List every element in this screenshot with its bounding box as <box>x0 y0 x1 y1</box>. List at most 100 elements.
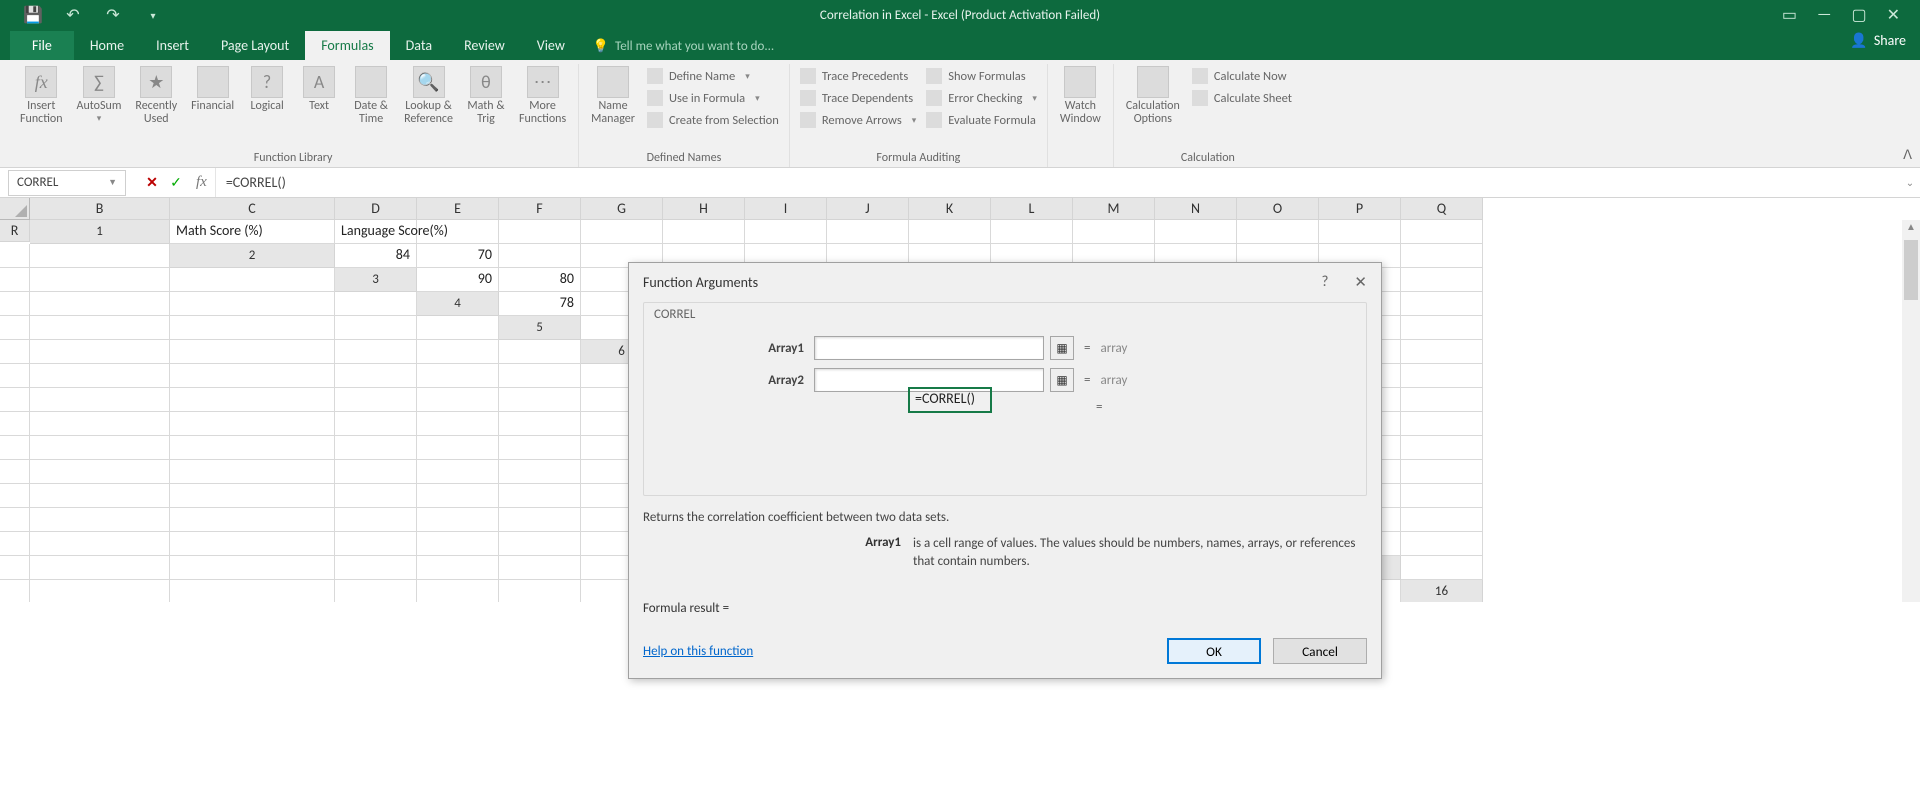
cell[interactable] <box>335 556 417 580</box>
cell[interactable] <box>30 244 170 268</box>
logical-button[interactable]: ?Logical <box>242 64 292 115</box>
financial-button[interactable]: Financial <box>185 64 240 115</box>
cell[interactable] <box>1401 340 1483 364</box>
cell[interactable] <box>335 580 417 602</box>
cell[interactable] <box>1155 220 1237 244</box>
column-header[interactable]: R <box>0 220 30 242</box>
cell[interactable] <box>663 220 745 244</box>
cell[interactable] <box>0 436 30 460</box>
cell[interactable] <box>0 292 30 316</box>
cell[interactable] <box>417 316 499 340</box>
cell[interactable] <box>499 340 581 364</box>
insert-function-fx-button[interactable]: fx <box>188 174 215 191</box>
date-time-button[interactable]: Date &Time <box>346 64 396 128</box>
cell[interactable] <box>499 580 581 602</box>
cell[interactable] <box>499 412 581 436</box>
cell[interactable] <box>1237 220 1319 244</box>
remove-arrows-button[interactable]: Remove Arrows▾ <box>796 110 920 130</box>
cell[interactable] <box>170 436 335 460</box>
row-header[interactable]: 3 <box>335 268 417 292</box>
cell[interactable] <box>335 460 417 484</box>
cell[interactable]: 70 <box>417 244 499 268</box>
cell[interactable] <box>0 268 30 292</box>
cell[interactable] <box>30 556 170 580</box>
tab-view[interactable]: View <box>521 31 581 60</box>
tab-page-layout[interactable]: Page Layout <box>205 31 305 60</box>
error-checking-button[interactable]: Error Checking▾ <box>922 88 1041 108</box>
show-formulas-button[interactable]: Show Formulas <box>922 66 1041 86</box>
cell[interactable] <box>170 532 335 556</box>
cell[interactable] <box>417 556 499 580</box>
cell[interactable] <box>1401 316 1483 340</box>
tab-review[interactable]: Review <box>448 31 521 60</box>
cell[interactable] <box>499 436 581 460</box>
column-header[interactable]: K <box>909 198 991 220</box>
cell[interactable] <box>30 580 170 602</box>
array1-range-selector-icon[interactable]: ▦ <box>1050 336 1074 360</box>
cell[interactable] <box>335 364 417 388</box>
calculate-sheet-button[interactable]: Calculate Sheet <box>1188 88 1296 108</box>
row-header[interactable]: 1 <box>30 220 170 244</box>
cell[interactable] <box>335 484 417 508</box>
text-button[interactable]: AText <box>294 64 344 115</box>
cell[interactable] <box>170 508 335 532</box>
cell[interactable] <box>1401 484 1483 508</box>
row-header[interactable]: 2 <box>170 244 335 268</box>
tab-data[interactable]: Data <box>390 31 448 60</box>
cell[interactable] <box>417 484 499 508</box>
math-trig-button[interactable]: θMath &Trig <box>461 64 511 128</box>
more-functions-button[interactable]: ⋯MoreFunctions <box>513 64 572 128</box>
cancel-button[interactable]: Cancel <box>1273 638 1367 664</box>
cell[interactable]: Math Score (%) <box>170 220 335 244</box>
help-link[interactable]: Help on this function <box>643 644 753 659</box>
vertical-scrollbar[interactable]: ▲ <box>1902 220 1920 602</box>
cell[interactable] <box>1401 412 1483 436</box>
row-header[interactable]: 4 <box>417 292 499 316</box>
column-header[interactable]: P <box>1319 198 1401 220</box>
column-header[interactable]: G <box>581 198 663 220</box>
cell[interactable] <box>30 508 170 532</box>
cell[interactable] <box>0 484 30 508</box>
tab-file[interactable]: File <box>10 31 74 60</box>
watch-window-button[interactable]: WatchWindow <box>1054 64 1107 128</box>
column-header[interactable]: H <box>663 198 745 220</box>
cell[interactable] <box>417 340 499 364</box>
cell[interactable] <box>417 508 499 532</box>
cell[interactable] <box>0 580 30 602</box>
cell[interactable] <box>1401 364 1483 388</box>
row-header[interactable]: 16 <box>1401 580 1483 602</box>
cell[interactable] <box>0 556 30 580</box>
select-all-corner[interactable] <box>0 198 30 220</box>
calculate-now-button[interactable]: Calculate Now <box>1188 66 1296 86</box>
cell[interactable] <box>581 220 663 244</box>
cell[interactable] <box>0 244 30 268</box>
lookup-ref-button[interactable]: 🔍Lookup &Reference <box>398 64 459 128</box>
cell[interactable] <box>0 532 30 556</box>
cell[interactable] <box>30 364 170 388</box>
cell[interactable] <box>499 532 581 556</box>
enter-formula-button[interactable]: ✓ <box>164 174 188 191</box>
cell[interactable] <box>417 532 499 556</box>
dialog-help-icon[interactable]: ? <box>1321 273 1328 292</box>
cell[interactable] <box>335 508 417 532</box>
cell[interactable] <box>1401 508 1483 532</box>
minimize-icon[interactable]: — <box>1817 5 1831 25</box>
cell[interactable] <box>1401 556 1483 580</box>
cell[interactable] <box>1319 220 1401 244</box>
cell[interactable] <box>170 460 335 484</box>
scroll-up-icon[interactable]: ▲ <box>1902 220 1920 238</box>
cell[interactable] <box>499 484 581 508</box>
cell[interactable] <box>335 412 417 436</box>
cell[interactable]: 78 <box>499 292 581 316</box>
cell[interactable] <box>417 412 499 436</box>
cell[interactable] <box>170 340 335 364</box>
column-header[interactable]: I <box>745 198 827 220</box>
cell[interactable] <box>335 292 417 316</box>
cell[interactable] <box>499 364 581 388</box>
cell[interactable] <box>170 268 335 292</box>
cell[interactable] <box>417 364 499 388</box>
column-header[interactable]: B <box>30 198 170 220</box>
define-name-button[interactable]: Define Name▾ <box>643 66 783 86</box>
cell[interactable] <box>909 220 991 244</box>
cell[interactable] <box>1401 268 1483 292</box>
